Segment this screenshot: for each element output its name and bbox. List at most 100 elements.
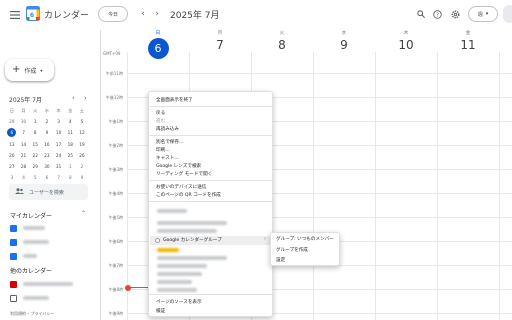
menu-item-cast[interactable]: キャスト... xyxy=(156,155,179,161)
checkbox-icon[interactable] xyxy=(10,238,17,246)
mini-day[interactable]: 3 xyxy=(53,117,65,126)
mini-day[interactable]: 5 xyxy=(29,173,41,182)
menu-item-inspect[interactable]: 検証 xyxy=(156,308,165,314)
mini-day[interactable]: 20 xyxy=(6,151,18,160)
mini-day[interactable]: 31 xyxy=(53,162,65,171)
extension-item-redacted[interactable] xyxy=(157,280,192,284)
mini-day[interactable]: 23 xyxy=(41,151,53,160)
menu-item-forward[interactable]: 進む xyxy=(156,118,165,124)
mini-day[interactable]: 10 xyxy=(53,128,65,137)
submenu-item-settings[interactable]: 設定 xyxy=(276,257,285,263)
other-calendars-title[interactable]: 他のカレンダー xyxy=(10,266,52,275)
checkbox-icon[interactable] xyxy=(10,224,17,232)
mini-day[interactable]: 9 xyxy=(41,128,53,137)
mini-day[interactable]: 1 xyxy=(29,117,41,126)
mini-day[interactable]: 2 xyxy=(41,117,53,126)
day-header[interactable]: 水9 xyxy=(313,30,375,61)
checkbox-icon[interactable] xyxy=(10,252,17,260)
calendar-item[interactable] xyxy=(10,252,37,260)
mini-day[interactable]: 29 xyxy=(29,162,41,171)
mini-day[interactable]: 8 xyxy=(64,173,76,182)
prev-week-icon[interactable]: ‹ xyxy=(138,7,148,21)
mini-day[interactable]: 30 xyxy=(18,117,30,126)
calendar-item[interactable] xyxy=(10,280,73,288)
day-header[interactable]: 月7 xyxy=(189,30,251,61)
main-menu-icon[interactable] xyxy=(8,8,22,22)
day-header[interactable]: 木 10 xyxy=(375,30,437,61)
menu-item-reload[interactable]: 再読み込み xyxy=(156,126,179,132)
mini-day[interactable]: 24 xyxy=(53,151,65,160)
day-header[interactable]: 火8 xyxy=(251,30,313,61)
mini-day[interactable]: 12 xyxy=(76,128,88,137)
mini-day[interactable]: 19 xyxy=(76,140,88,149)
extension-item-redacted[interactable] xyxy=(157,256,227,260)
avatar[interactable] xyxy=(503,5,512,23)
search-icon[interactable] xyxy=(415,7,427,21)
mini-day[interactable]: 4 xyxy=(64,117,76,126)
mini-day[interactable]: 30 xyxy=(41,162,53,171)
mini-day[interactable]: 26 xyxy=(76,151,88,160)
menu-item-calendar-group[interactable]: Google カレンダーグループ xyxy=(163,237,222,243)
menu-item-back[interactable]: 戻る xyxy=(156,110,165,116)
calendar-item[interactable] xyxy=(10,238,49,246)
next-week-icon[interactable]: › xyxy=(152,7,162,21)
footer-links[interactable]: 利用規約 – プライバシー xyxy=(10,311,54,317)
mini-day[interactable]: 28 xyxy=(18,162,30,171)
mini-day[interactable]: 3 xyxy=(6,173,18,182)
mini-prev-icon[interactable]: ‹ xyxy=(72,94,75,102)
mini-day[interactable]: 25 xyxy=(64,151,76,160)
mini-day[interactable]: 17 xyxy=(53,140,65,149)
submenu-item-create-group[interactable]: グループを作成 xyxy=(276,247,308,253)
collapse-icon[interactable]: ⌃ xyxy=(81,210,86,217)
menu-item-qr-code[interactable]: このページの QR コードを作成 xyxy=(156,192,221,198)
today-button[interactable]: 今日 xyxy=(98,6,128,22)
mini-day[interactable]: 22 xyxy=(29,151,41,160)
settings-icon[interactable] xyxy=(449,7,461,21)
day-number[interactable]: 8 xyxy=(251,38,313,52)
menu-item-send-to-device[interactable]: お使いのデバイスに送信 xyxy=(156,184,206,190)
mini-day[interactable]: 16 xyxy=(41,140,53,149)
mini-day[interactable]: 1 xyxy=(64,162,76,171)
menu-item-reading-mode[interactable]: リーディング モードで開く xyxy=(156,171,212,177)
mini-day[interactable]: 29 xyxy=(6,117,18,126)
checkbox-icon[interactable] xyxy=(10,280,17,288)
day-number[interactable]: 7 xyxy=(189,38,251,52)
my-calendars-title[interactable]: マイカレンダー xyxy=(10,211,52,220)
menu-item-save-as[interactable]: 別名で保存... xyxy=(156,139,183,145)
mini-next-icon[interactable]: › xyxy=(84,94,87,102)
extension-item-redacted[interactable] xyxy=(157,264,207,268)
day-number[interactable]: 9 xyxy=(313,38,375,52)
menu-item-lens-search[interactable]: Google レンズで検索 xyxy=(156,163,201,169)
create-button[interactable]: + 作成 ▾ xyxy=(5,59,54,81)
mini-day[interactable]: 8 xyxy=(29,128,41,137)
menu-item-view-source[interactable]: ページのソースを表示 xyxy=(156,299,202,305)
mini-day[interactable]: 27 xyxy=(6,162,18,171)
mini-day[interactable]: 11 xyxy=(64,128,76,137)
calendar-item[interactable] xyxy=(10,294,49,302)
mini-day[interactable]: 7 xyxy=(53,173,65,182)
extension-item-redacted[interactable] xyxy=(157,209,187,213)
mini-day[interactable]: 5 xyxy=(76,117,88,126)
mini-day[interactable]: 2 xyxy=(76,162,88,171)
mini-day[interactable]: 21 xyxy=(18,151,30,160)
submenu-item-group-members[interactable]: グループ: いつものメンバー xyxy=(276,236,334,242)
extension-item-redacted[interactable] xyxy=(157,221,227,225)
view-switcher-button[interactable]: 週 ▾ xyxy=(468,6,498,22)
search-people-input[interactable]: ユーザーを検索 xyxy=(9,184,88,200)
help-icon[interactable]: ? xyxy=(431,7,443,21)
mini-day[interactable]: 13 xyxy=(6,140,18,149)
day-header[interactable]: 金 11 xyxy=(437,30,499,61)
mini-day[interactable]: 4 xyxy=(18,173,30,182)
menu-item-print[interactable]: 印刷... xyxy=(156,147,170,153)
day-header[interactable]: 日6 xyxy=(127,30,189,61)
calendar-item[interactable] xyxy=(10,224,45,232)
mini-day[interactable]: 15 xyxy=(29,140,41,149)
extension-item-redacted[interactable] xyxy=(157,288,197,292)
extension-item-redacted[interactable] xyxy=(157,248,179,252)
mini-day[interactable]: 7 xyxy=(18,128,30,137)
day-number[interactable]: 10 xyxy=(375,38,437,52)
mini-day[interactable]: 6 xyxy=(41,173,53,182)
extension-item-redacted[interactable] xyxy=(157,272,202,276)
mini-day[interactable]: 9 xyxy=(76,173,88,182)
mini-day[interactable]: 14 xyxy=(18,140,30,149)
